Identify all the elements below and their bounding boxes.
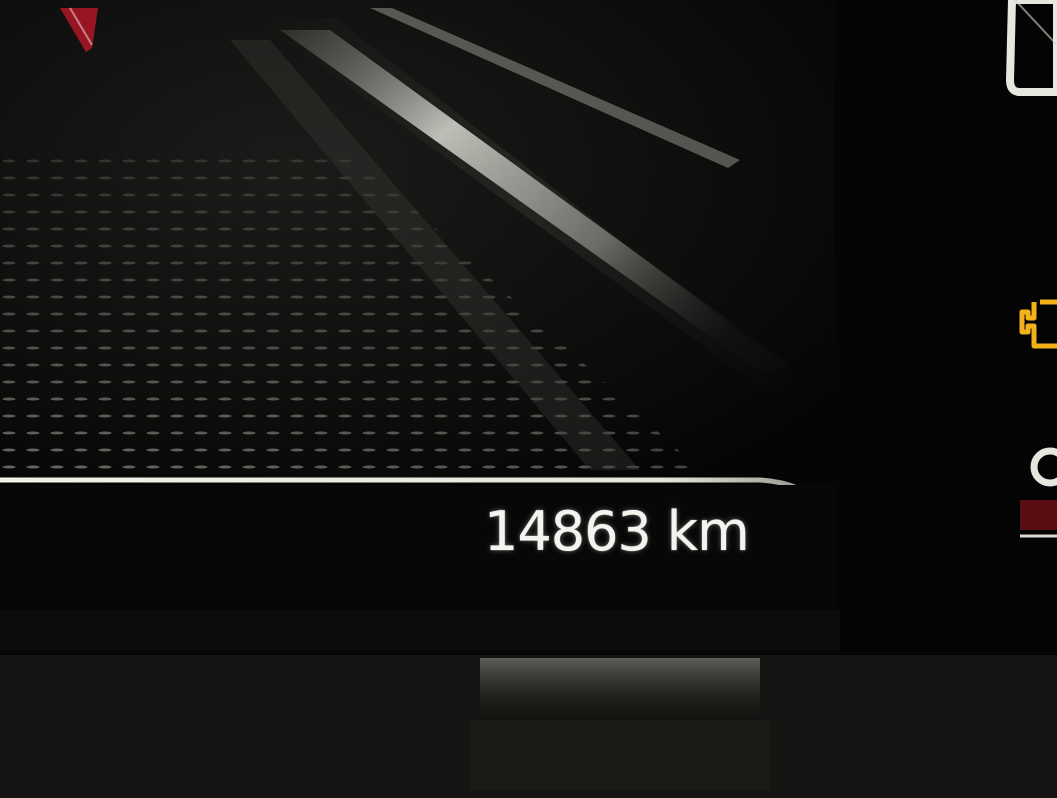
odometer-readout: 14863 km (484, 500, 750, 563)
odometer-value: 14863 (484, 500, 652, 563)
odometer-unit: km (666, 500, 750, 563)
dashboard-glass-reflection (0, 655, 1057, 798)
instrument-cluster-display (0, 0, 1057, 798)
